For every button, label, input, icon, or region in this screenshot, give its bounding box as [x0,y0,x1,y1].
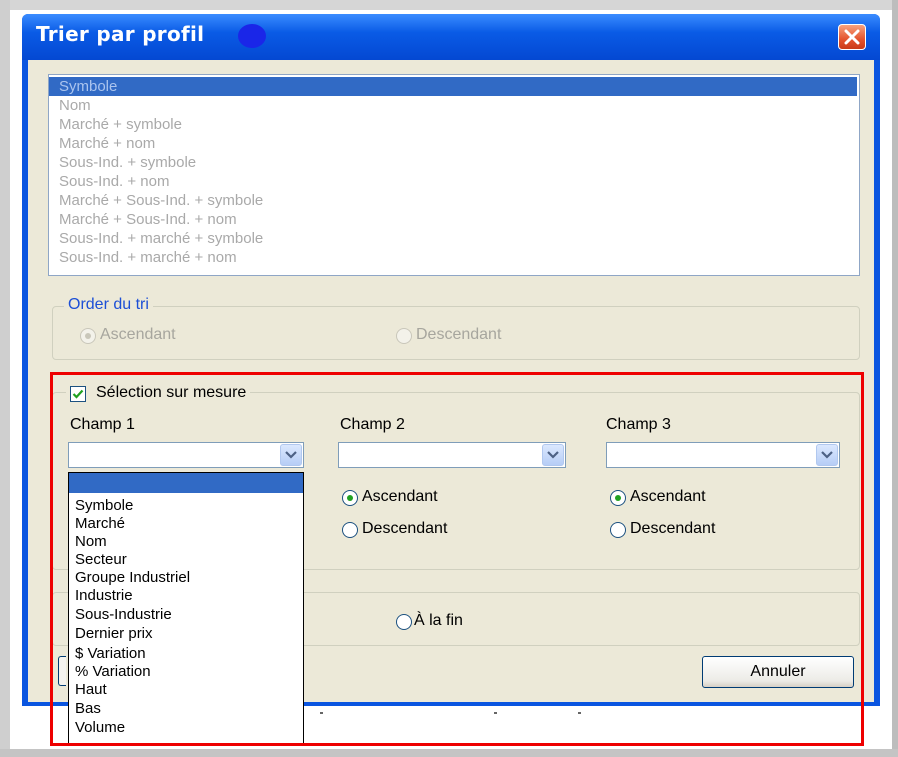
close-button[interactable] [838,24,866,50]
ascending-label: Ascendant [100,326,176,343]
close-icon [844,29,860,45]
outer-frame-left [0,0,10,757]
profile-listbox[interactable]: Symbole Nom Marché + symbole Marché + no… [48,74,860,276]
sort-order-legend: Order du tri [64,296,153,314]
profile-item[interactable]: Marché + symbole [49,115,857,134]
window-title: Trier par profil [36,22,205,46]
profile-item[interactable]: Marché + Sous-Ind. + symbole [49,191,857,210]
profile-item[interactable]: Marché + nom [49,134,857,153]
profile-item[interactable]: Sous-Ind. + symbole [49,153,857,172]
redaction-blot [238,24,266,48]
descending-label: Descendant [416,326,502,343]
outer-frame-bottom [0,749,898,757]
outer-frame-right [892,0,898,757]
profile-item[interactable]: Symbole [49,77,857,96]
descending-radio[interactable] [396,328,412,344]
annotation-highlight-box [50,372,864,746]
profile-item[interactable]: Marché + Sous-Ind. + nom [49,210,857,229]
ascending-radio[interactable] [80,328,96,344]
profile-item[interactable]: Sous-Ind. + nom [49,172,857,191]
profile-item[interactable]: Nom [49,96,857,115]
profile-item[interactable]: Sous-Ind. + marché + nom [49,248,857,267]
profile-item[interactable]: Sous-Ind. + marché + symbole [49,229,857,248]
outer-frame-top [0,0,898,10]
